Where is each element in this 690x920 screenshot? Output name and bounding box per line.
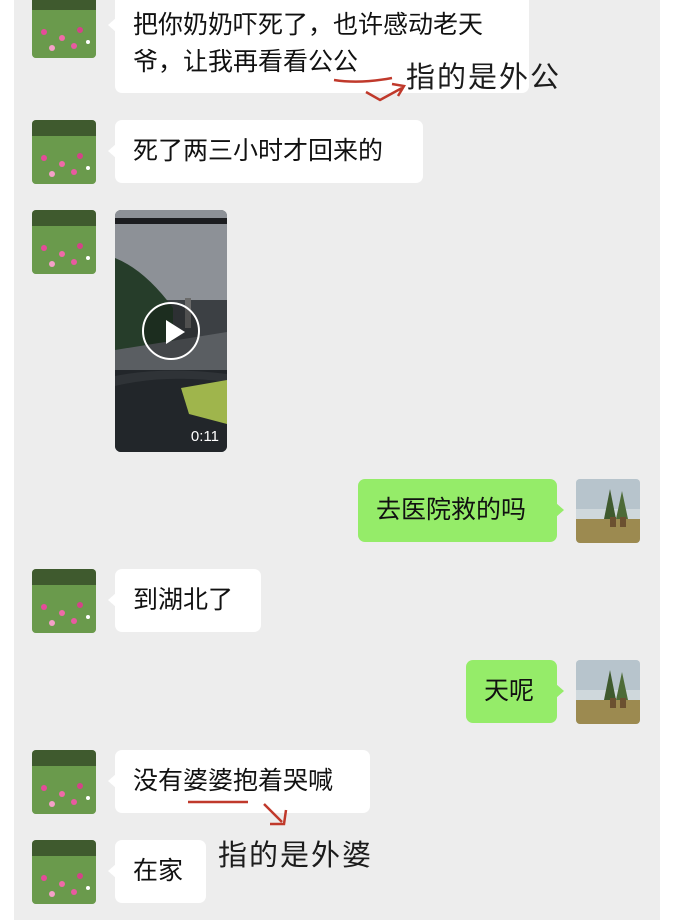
- message-bubble[interactable]: 在家: [108, 840, 206, 903]
- video-duration: 0:11: [190, 428, 219, 445]
- contact-avatar[interactable]: [32, 0, 96, 58]
- message-text: 天呢: [484, 676, 535, 705]
- my-avatar[interactable]: [576, 479, 640, 543]
- contact-avatar[interactable]: [32, 569, 96, 633]
- message-text: 在家: [133, 856, 184, 885]
- message-text: 死了两三小时才回来的: [133, 136, 384, 165]
- handwritten-annotation: 指的是外婆: [218, 838, 374, 872]
- contact-avatar[interactable]: [32, 750, 96, 814]
- play-icon[interactable]: [142, 302, 200, 360]
- handwritten-annotation: 指的是外公: [406, 60, 562, 94]
- underline-arrow-mark: [188, 800, 288, 826]
- video-message[interactable]: 0:11: [115, 210, 227, 452]
- contact-avatar[interactable]: [32, 840, 96, 904]
- my-avatar[interactable]: [576, 660, 640, 724]
- chat-window: 把你奶奶吓死了，也许感动老天 爷，让我再看看公公 指的是外公 死了两三小时才回来…: [14, 0, 660, 920]
- message-text-line: 把你奶奶吓死了，也许感动老天: [133, 10, 484, 39]
- contact-avatar[interactable]: [32, 120, 96, 184]
- message-bubble[interactable]: 到湖北了: [108, 569, 261, 632]
- message-bubble[interactable]: 死了两三小时才回来的: [108, 120, 423, 183]
- message-bubble[interactable]: 去医院救的吗: [358, 479, 564, 542]
- contact-avatar[interactable]: [32, 210, 96, 274]
- message-text: 去医院救的吗: [376, 495, 527, 524]
- message-text: 到湖北了: [133, 585, 234, 614]
- message-bubble[interactable]: 天呢: [466, 660, 564, 723]
